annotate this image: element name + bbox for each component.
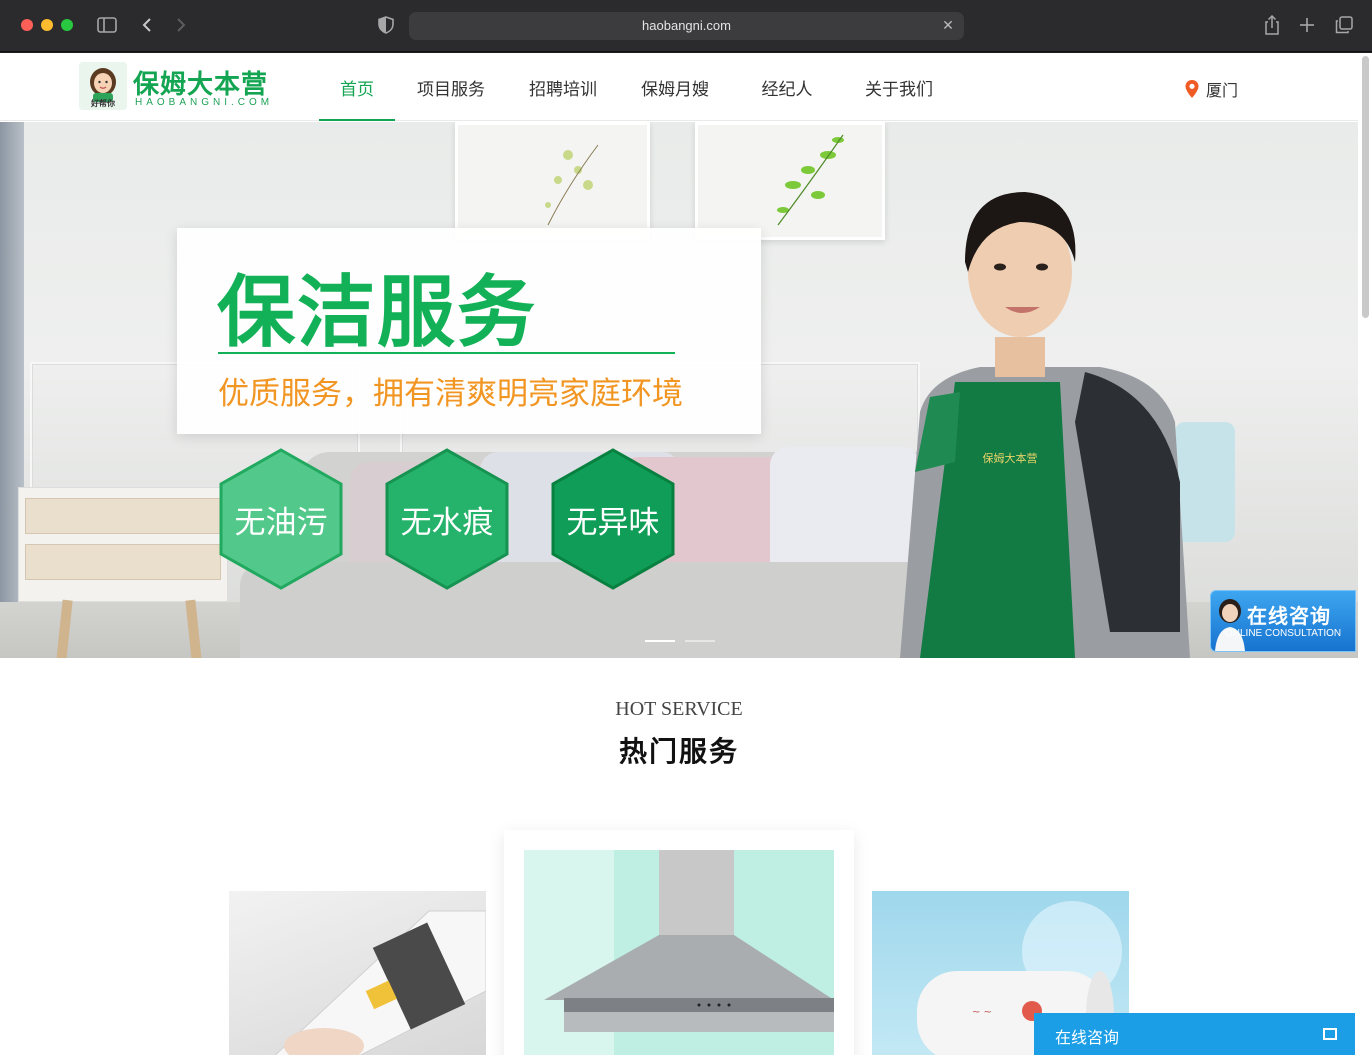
badge-no-water-marks: 无水痕	[385, 448, 509, 590]
air-conditioner-cleaning-image	[274, 910, 486, 1055]
new-tab-icon[interactable]	[1296, 14, 1318, 36]
nav-agents[interactable]: 经纪人	[731, 53, 843, 121]
minimize-window-button[interactable]	[41, 19, 53, 31]
site-header: 好帮你 保姆大本营 HAOBANGNI.COM 首页 项目服务 招聘培训 保姆月…	[0, 53, 1358, 121]
carousel-indicators	[645, 640, 715, 642]
consult-subtitle: ONLINE CONSULTATION	[1225, 628, 1342, 639]
consult-title: 在线咨询	[1247, 604, 1331, 628]
address-bar[interactable]: haobangni.com ✕	[409, 12, 964, 40]
privacy-shield-icon[interactable]	[375, 14, 397, 36]
forward-icon[interactable]	[170, 14, 192, 36]
carousel-dot[interactable]	[685, 640, 715, 642]
online-chat-bar[interactable]: 在线咨询	[1034, 1013, 1355, 1055]
banner-headline-card: 保洁服务 优质服务，拥有清爽明亮家庭环境	[177, 228, 761, 434]
service-card-range-hood-cleaning[interactable]	[504, 830, 854, 1055]
maximize-chat-icon[interactable]	[1323, 1028, 1337, 1040]
wall-frame-right	[695, 122, 885, 240]
online-consultation-float-button[interactable]: 在线咨询 ONLINE CONSULTATION	[1210, 590, 1356, 652]
page-scrollbar[interactable]	[1362, 56, 1369, 318]
location-pin-icon	[1185, 80, 1199, 98]
city-label: 厦门	[1206, 81, 1239, 100]
banner-title: 保洁服务	[217, 268, 538, 358]
share-icon[interactable]	[1261, 14, 1283, 36]
svg-text:好帮你: 好帮你	[90, 98, 115, 108]
close-window-button[interactable]	[21, 19, 33, 31]
service-card-ac-cleaning[interactable]	[229, 891, 486, 1055]
back-icon[interactable]	[136, 14, 158, 36]
hero-banner[interactable]: 保姆大本营 保洁服务 优质服务，拥有清爽明亮家庭环境 无油污 无水痕 无异味 在…	[0, 122, 1358, 658]
badge-no-grease: 无油污	[219, 448, 343, 590]
logo-subtitle: HAOBANGNI.COM	[135, 97, 274, 108]
clear-url-icon[interactable]: ✕	[938, 16, 958, 36]
logo-title: 保姆大本营	[133, 70, 269, 100]
nav-project-services[interactable]: 项目服务	[395, 53, 507, 121]
carousel-dot[interactable]	[645, 640, 675, 642]
customer-service-avatar-icon	[1215, 599, 1245, 651]
nav-about-us[interactable]: 关于我们	[843, 53, 955, 121]
section-title-en: HOT SERVICE	[615, 698, 743, 720]
cleaner-worker-image: 保姆大本营	[900, 192, 1235, 658]
url-text: haobangni.com	[642, 18, 731, 33]
city-selector[interactable]: 厦门	[1184, 77, 1238, 101]
zoom-window-button[interactable]	[61, 19, 73, 31]
chat-label: 在线咨询	[1055, 1028, 1120, 1047]
badge-no-odor: 无异味	[551, 448, 675, 590]
sidebar-toggle-icon[interactable]	[96, 14, 118, 36]
logo-mascot-icon: 好帮你	[79, 62, 127, 110]
wall-frame-left	[455, 122, 650, 240]
nav-nanny-maternity[interactable]: 保姆月嫂	[619, 53, 731, 121]
tab-overview-icon[interactable]	[1333, 14, 1355, 36]
section-title-cn: 热门服务	[618, 735, 739, 768]
nav-recruitment-training[interactable]: 招聘培训	[507, 53, 619, 121]
web-page: 好帮你 保姆大本营 HAOBANGNI.COM 首页 项目服务 招聘培训 保姆月…	[0, 53, 1372, 1055]
svg-text:保姆大本营: 保姆大本营	[983, 451, 1038, 465]
range-hood-image	[524, 850, 834, 1055]
nav-home[interactable]: 首页	[319, 53, 395, 121]
browser-toolbar: haobangni.com ✕	[0, 0, 1372, 52]
side-table	[18, 487, 228, 658]
banner-subtitle: 优质服务，拥有清爽明亮家庭环境	[218, 376, 683, 412]
site-logo[interactable]: 好帮你 保姆大本营 HAOBANGNI.COM	[79, 62, 269, 110]
main-nav: 首页 项目服务 招聘培训 保姆月嫂 经纪人 关于我们	[319, 53, 955, 121]
svg-text:~ ~: ~ ~	[972, 1007, 992, 1018]
